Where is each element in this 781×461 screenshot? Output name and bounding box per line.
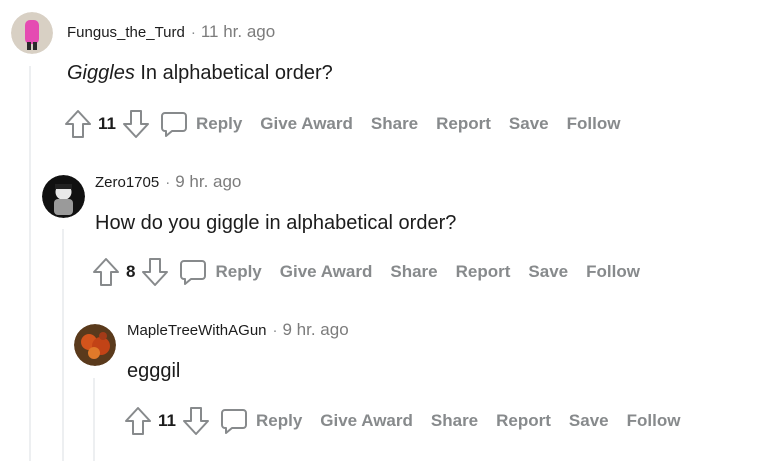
- save-button[interactable]: Save: [569, 411, 609, 431]
- share-button[interactable]: Share: [431, 411, 478, 431]
- report-button[interactable]: Report: [436, 114, 491, 134]
- save-button[interactable]: Save: [509, 114, 549, 134]
- action-bar: 8 Reply Give Award Share Report Save Fol…: [92, 256, 658, 288]
- meta-separator: ·: [165, 174, 171, 191]
- follow-button[interactable]: Follow: [567, 114, 621, 134]
- author-name[interactable]: MapleTreeWithAGun: [127, 322, 267, 339]
- reply-label: Reply: [255, 411, 303, 430]
- vote-score: 11: [158, 411, 176, 430]
- comment-body: egggil: [127, 360, 181, 382]
- comment-bubble-icon: [220, 409, 247, 434]
- avatar[interactable]: [74, 324, 116, 366]
- avatar[interactable]: [11, 12, 53, 54]
- action-bar: 11 Reply Give Award Share Report Save Fo…: [124, 405, 698, 437]
- upvote-icon[interactable]: [64, 109, 92, 139]
- vote-score: 8: [126, 262, 136, 281]
- downvote-icon[interactable]: [122, 109, 150, 139]
- share-button[interactable]: Share: [390, 262, 437, 282]
- comment-body: How do you giggle in alphabetical order?: [95, 212, 457, 234]
- thread-line-2[interactable]: [62, 229, 64, 461]
- comment-body: Giggles In alphabetical order?: [67, 62, 333, 85]
- give-award-button[interactable]: Give Award: [260, 114, 353, 134]
- timestamp[interactable]: 11 hr. ago: [201, 22, 275, 42]
- downvote-icon[interactable]: [182, 406, 210, 436]
- report-button[interactable]: Report: [456, 262, 511, 282]
- reply-button[interactable]: Reply: [220, 407, 302, 435]
- timestamp[interactable]: 9 hr. ago: [175, 172, 241, 192]
- downvote-icon[interactable]: [141, 257, 169, 287]
- save-button[interactable]: Save: [528, 262, 568, 282]
- author-name[interactable]: Zero1705: [95, 174, 159, 191]
- author-name[interactable]: Fungus_the_Turd: [67, 24, 185, 41]
- comment-body-text: In alphabetical order?: [134, 62, 333, 84]
- reply-button[interactable]: Reply: [179, 258, 262, 286]
- comment-body-emphasis: Giggles: [67, 62, 135, 84]
- vote-score: 11: [98, 114, 116, 133]
- share-button[interactable]: Share: [371, 114, 418, 134]
- reply-label: Reply: [195, 114, 243, 133]
- comment-bubble-icon: [180, 260, 207, 285]
- follow-button[interactable]: Follow: [627, 411, 681, 431]
- reply-label: Reply: [215, 262, 262, 281]
- follow-button[interactable]: Follow: [586, 262, 640, 282]
- meta-separator: ·: [190, 24, 196, 41]
- give-award-button[interactable]: Give Award: [280, 262, 373, 282]
- reply-button[interactable]: Reply: [160, 110, 242, 138]
- avatar[interactable]: [42, 175, 85, 218]
- give-award-button[interactable]: Give Award: [320, 411, 413, 431]
- action-bar: 11 Reply Give Award Share Report Save Fo…: [64, 108, 638, 140]
- timestamp[interactable]: 9 hr. ago: [283, 320, 349, 340]
- thread-line-1[interactable]: [29, 66, 31, 461]
- report-button[interactable]: Report: [496, 411, 551, 431]
- comment-bubble-icon: [160, 112, 187, 137]
- upvote-icon[interactable]: [124, 406, 152, 436]
- meta-separator: ·: [272, 322, 278, 339]
- upvote-icon[interactable]: [92, 257, 120, 287]
- thread-line-3[interactable]: [93, 378, 95, 461]
